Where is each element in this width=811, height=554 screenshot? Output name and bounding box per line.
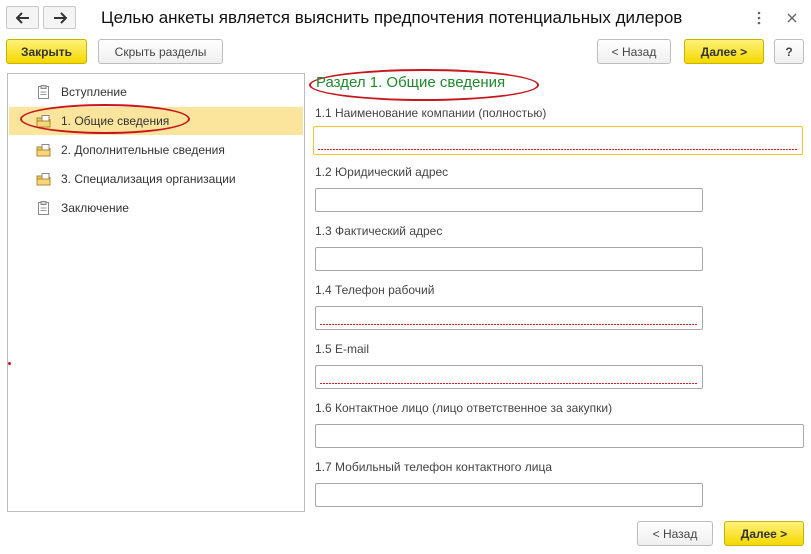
footer-back-button[interactable]: < Назад	[637, 521, 713, 546]
tree-item-specialization[interactable]: 3. Специализация организации	[9, 165, 303, 193]
tree-item-conclusion[interactable]: Заключение	[9, 194, 303, 222]
close-button[interactable]: Закрыть	[6, 39, 87, 64]
contact-person-label: 1.6 Контактное лицо (лицо ответственное …	[315, 401, 613, 415]
tree-item-label: 3. Специализация организации	[61, 172, 236, 186]
contact-mobile-label: 1.7 Мобильный телефон контактного лица	[315, 460, 553, 474]
contact-mobile-field[interactable]	[315, 483, 703, 507]
window-title: Целью анкеты является выяснить предпочте…	[101, 8, 683, 27]
annotation-dot	[8, 362, 11, 365]
back-nav-button[interactable]	[6, 6, 39, 29]
tree-item-label: Заключение	[61, 201, 129, 215]
folder-document-icon	[36, 144, 51, 157]
sections-tree: Вступление 1. Общие сведения 2. Дополнит…	[7, 73, 305, 512]
forward-arrow-icon	[53, 11, 67, 24]
back-button[interactable]: < Назад	[597, 39, 671, 64]
folder-document-icon	[36, 173, 51, 186]
document-icon	[38, 201, 49, 215]
forward-nav-button[interactable]	[43, 6, 76, 29]
legal-address-field[interactable]	[315, 188, 703, 212]
tree-item-additional-info[interactable]: 2. Дополнительные сведения	[9, 136, 303, 164]
footer-next-button[interactable]: Далее >	[724, 521, 804, 546]
actual-address-field[interactable]	[315, 247, 703, 271]
email-label: 1.5 E-mail	[315, 342, 370, 356]
document-icon	[38, 85, 49, 99]
company-name-label: 1.1 Наименование компании (полностью)	[315, 106, 547, 120]
actual-address-label: 1.3 Фактический адрес	[315, 224, 443, 238]
hide-sections-button[interactable]: Скрыть разделы	[98, 39, 223, 64]
tree-item-label: 2. Дополнительные сведения	[61, 143, 225, 157]
close-icon[interactable]	[782, 8, 802, 28]
email-field[interactable]	[315, 365, 703, 389]
tree-item-label: Вступление	[61, 85, 127, 99]
annotation-ellipse	[20, 104, 190, 134]
work-phone-label: 1.4 Телефон рабочий	[315, 283, 435, 297]
more-vertical-icon[interactable]	[749, 8, 769, 28]
section-title: Раздел 1. Общие сведения	[316, 74, 506, 91]
next-button[interactable]: Далее >	[684, 39, 764, 64]
work-phone-field[interactable]	[315, 306, 703, 330]
help-button[interactable]: ?	[774, 39, 804, 64]
back-arrow-icon	[15, 11, 29, 24]
tree-item-introduction[interactable]: Вступление	[9, 78, 303, 106]
contact-person-field[interactable]	[315, 424, 804, 448]
company-name-field[interactable]	[313, 126, 803, 155]
legal-address-label: 1.2 Юридический адрес	[315, 165, 449, 179]
